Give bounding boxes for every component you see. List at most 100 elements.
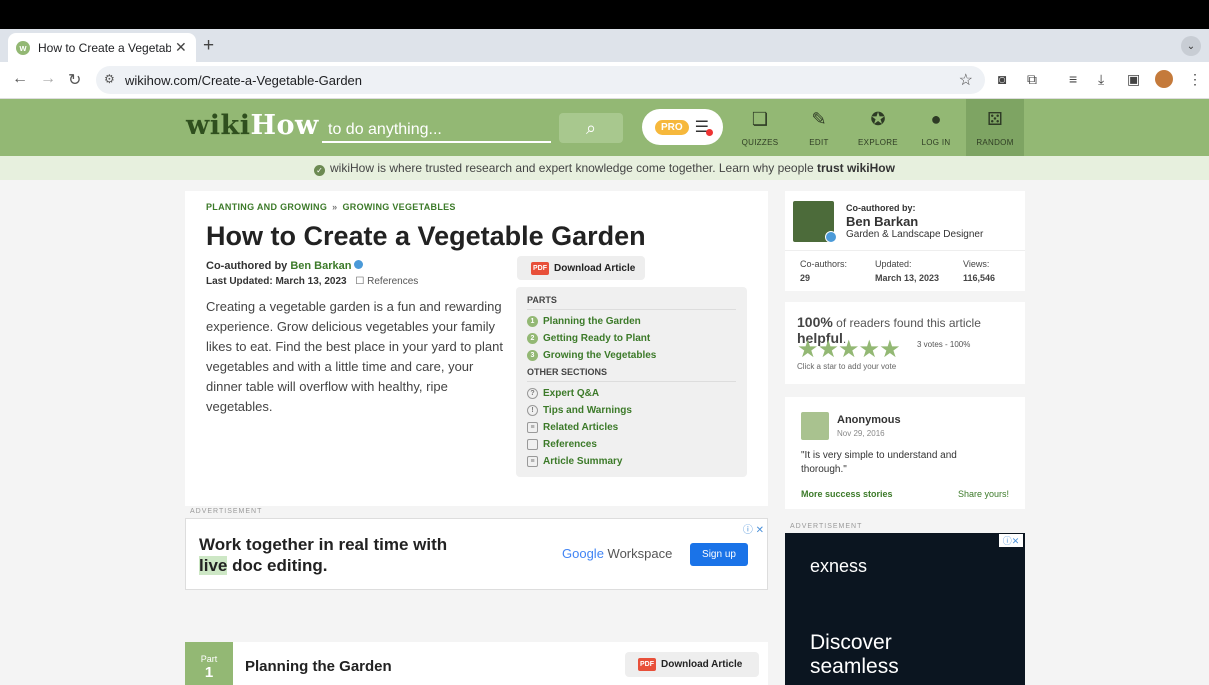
toc-other-label: References — [543, 439, 597, 450]
ad-live-highlight: live — [199, 556, 228, 575]
browser-tab[interactable]: w How to Create a Vegetable G ✕ — [8, 33, 196, 62]
verified-badge-icon — [354, 260, 364, 269]
bookmark-star-icon[interactable]: ☆ — [959, 70, 973, 90]
stat-label: Co-authors: — [800, 259, 848, 269]
breadcrumb-vegetables[interactable]: GROWING VEGETABLES — [342, 202, 455, 212]
workspace-word: Workspace — [603, 546, 673, 561]
share-yours-link[interactable]: Share yours! — [958, 489, 1009, 499]
toc-part-label: Getting Ready to Plant — [543, 333, 651, 344]
testimonial-card: Anonymous Nov 29, 2016 "It is very simpl… — [785, 397, 1025, 509]
wikihow-favicon-icon: w — [16, 40, 30, 55]
pro-menu-button[interactable]: PRO ☰ — [642, 109, 723, 145]
tab-search-icon[interactable]: ⌄ — [1181, 36, 1201, 56]
toc-tips-warnings[interactable]: ! Tips and Warnings — [527, 402, 736, 419]
toc-part-2[interactable]: 2 Getting Ready to Plant — [527, 330, 736, 347]
google-workspace-ad[interactable]: Work together in real time with live doc… — [185, 518, 768, 590]
trust-text: wikiHow is where trusted research and ex… — [330, 161, 814, 175]
toc-references[interactable]: References — [527, 436, 736, 453]
media-queue-icon[interactable]: ≡ — [1069, 71, 1077, 87]
nav-random[interactable]: ⚄ RANDOM — [966, 99, 1024, 156]
user-icon: ● — [930, 109, 942, 129]
part-download-button[interactable]: PDF Download Article — [625, 652, 759, 677]
extensions-puzzle-icon[interactable]: ⧉ — [1027, 71, 1037, 88]
toc-article-summary[interactable]: ≡ Article Summary — [527, 453, 736, 470]
download-label: Download Article — [554, 262, 636, 274]
nav-explore[interactable]: ✪ EXPLORE — [849, 99, 907, 156]
verified-badge-icon — [825, 231, 837, 243]
part-title: Planning the Garden — [245, 658, 392, 675]
ad-close-icon[interactable]: ⓘ ✕ — [743, 521, 764, 536]
ad-headline-1: Work together in real time with — [199, 535, 448, 554]
nav-edit[interactable]: ✎ EDIT — [790, 99, 848, 156]
nav-log-in[interactable]: ● LOG IN — [907, 99, 965, 156]
stat-value: 116,546 — [963, 273, 996, 283]
logo-wiki: wiki — [186, 110, 251, 141]
breadcrumb: PLANTING AND GROWING » GROWING VEGETABLES — [206, 202, 456, 212]
trust-banner: ✓ wikiHow is where trusted research and e… — [0, 156, 1209, 180]
extension-q-icon[interactable]: ◙ — [998, 71, 1006, 87]
references-icon: ☐ — [355, 276, 365, 287]
trust-link[interactable]: trust wikiHow — [817, 161, 895, 175]
stat-value: 29 — [800, 273, 811, 283]
profile-avatar[interactable] — [1155, 70, 1173, 88]
download-icon[interactable]: ⤓ — [1098, 71, 1104, 88]
address-bar[interactable]: ⚙ wikihow.com/Create-a-Vegetable-Garden … — [96, 66, 985, 94]
browser-menu-icon[interactable]: ⋮ — [1188, 71, 1202, 88]
close-tab-icon[interactable]: ✕ — [175, 39, 187, 56]
more-success-stories-link[interactable]: More success stories — [801, 489, 893, 499]
exness-ad[interactable]: exness Discover seamless ⓘ✕ — [785, 533, 1025, 685]
star-rating-icon[interactable]: ★★★★★ — [797, 335, 901, 364]
ad-sign-up-button[interactable]: Sign up — [690, 543, 748, 566]
new-tab-button[interactable]: + — [203, 35, 214, 57]
coauthored-label: Co-authored by — [206, 260, 288, 272]
tab-title: How to Create a Vegetable G — [38, 40, 171, 55]
testimonial-name: Anonymous — [837, 414, 901, 426]
part-number-icon: 2 — [527, 333, 538, 344]
anonymous-avatar — [801, 412, 829, 440]
table-of-contents: PARTS 1 Planning the Garden 2 Getting Read… — [516, 287, 747, 477]
testimonial-quote: "It is very simple to understand and tho… — [801, 450, 957, 475]
toc-related-articles[interactable]: ≡ Related Articles — [527, 419, 736, 436]
warning-icon: ! — [527, 405, 538, 416]
search-icon: ⌕ — [585, 117, 597, 138]
pro-badge: PRO — [655, 119, 689, 135]
notification-dot — [706, 129, 713, 136]
toc-part-3[interactable]: 3 Growing the Vegetables — [527, 347, 736, 364]
advertisement-label: ADVERTISEMENT — [190, 508, 263, 515]
toc-part-1[interactable]: 1 Planning the Garden — [527, 313, 736, 330]
forward-icon[interactable]: → — [40, 70, 56, 88]
breadcrumb-separator: » — [332, 202, 338, 212]
document-icon: ≡ — [527, 422, 538, 433]
site-info-icon[interactable]: ⚙ — [104, 72, 115, 86]
browser-window: w How to Create a Vegetable G ✕ + ⌄ ← → … — [0, 29, 1209, 685]
search-button[interactable]: ⌕ — [559, 113, 623, 143]
download-article-button[interactable]: PDF Download Article — [517, 256, 645, 280]
toc-other-label: Expert Q&A — [543, 388, 600, 399]
ad-close-icon[interactable]: ⓘ✕ — [999, 534, 1023, 547]
stat-label: Views: — [963, 259, 990, 269]
rating-card: 100% of readers found this article helpf… — [785, 302, 1025, 384]
back-icon[interactable]: ← — [12, 70, 28, 88]
url-text: wikihow.com/Create-a-Vegetable-Garden — [125, 73, 363, 88]
pdf-icon: PDF — [638, 658, 656, 671]
author-link[interactable]: Ben Barkan — [290, 260, 351, 272]
summary-icon: ≡ — [527, 456, 538, 467]
part-label: Part — [200, 654, 218, 664]
toc-other-label: Tips and Warnings — [543, 405, 632, 416]
side-panel-icon[interactable]: ▣ — [1127, 71, 1140, 88]
site-header: wikiHow to do anything... ⌕ PRO ☰ ❏ QUIZ… — [0, 99, 1209, 156]
author-card: Co-authored by: Ben Barkan Garden & Land… — [785, 191, 1025, 291]
references-link[interactable]: ☐ References — [355, 276, 418, 287]
page-title: How to Create a Vegetable Garden — [206, 221, 646, 251]
wikihow-logo[interactable]: wikiHow — [186, 110, 319, 141]
reload-icon[interactable]: ↻ — [68, 70, 81, 90]
nav-log-in-label: LOG IN — [921, 138, 951, 147]
helpful-text: of readers found this article — [832, 316, 981, 330]
breadcrumb-planting[interactable]: PLANTING AND GROWING — [206, 202, 327, 212]
toc-expert-qa[interactable]: ? Expert Q&A — [527, 385, 736, 402]
author-name[interactable]: Ben Barkan — [846, 214, 918, 229]
nav-quizzes[interactable]: ❏ QUIZZES — [731, 99, 789, 156]
pdf-icon: PDF — [531, 261, 549, 275]
search-input[interactable]: to do anything... — [322, 113, 551, 143]
references-label: References — [367, 276, 419, 287]
